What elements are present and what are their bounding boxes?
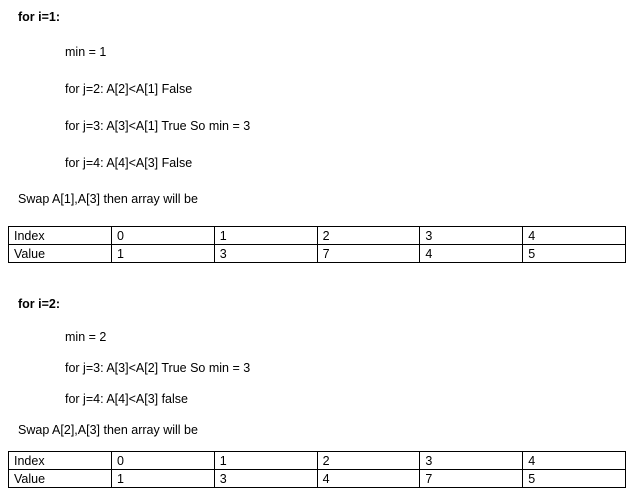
pass2-j3-line: for j=3: A[3]<A[2] True So min = 3 (65, 361, 251, 375)
pass1-j2-line: for j=2: A[2]<A[1] False (65, 82, 193, 96)
index-cell: 3 (419, 226, 524, 245)
table-row-index: Index 0 1 2 3 4 (8, 226, 626, 245)
value-label-cell: Value (8, 469, 112, 488)
pass1-j3-line: for j=3: A[3]<A[1] True So min = 3 (65, 119, 251, 133)
index-cell: 4 (522, 451, 626, 470)
pass2-min-line: min = 2 (65, 330, 107, 344)
pass1-array-table: Index 0 1 2 3 4 Value 1 3 7 4 5 (8, 226, 626, 263)
value-cell: 1 (111, 244, 215, 263)
pass1-j4-line: for j=4: A[4]<A[3] False (65, 156, 193, 170)
value-cell: 5 (522, 244, 626, 263)
value-cell: 4 (316, 469, 421, 488)
table-row-value: Value 1 3 7 4 5 (8, 244, 626, 263)
index-cell: 1 (213, 226, 318, 245)
index-label-cell: Index (8, 451, 112, 470)
pass1-min-line: min = 1 (65, 45, 107, 59)
index-cell: 0 (111, 451, 215, 470)
value-cell: 1 (111, 469, 215, 488)
pass2-swap-line: Swap A[2],A[3] then array will be (18, 423, 198, 437)
index-label-cell: Index (8, 226, 112, 245)
table-row-value: Value 1 3 4 7 5 (8, 469, 626, 488)
pass1-swap-line: Swap A[1],A[3] then array will be (18, 192, 198, 206)
value-cell: 5 (522, 469, 626, 488)
value-cell: 3 (213, 469, 318, 488)
index-cell: 3 (419, 451, 524, 470)
value-cell: 7 (316, 244, 421, 263)
pass2-j4-line: for j=4: A[4]<A[3] false (65, 392, 188, 406)
pass1-heading: for i=1: (18, 10, 61, 24)
index-cell: 4 (522, 226, 626, 245)
index-cell: 2 (316, 226, 421, 245)
index-cell: 2 (316, 451, 421, 470)
value-label-cell: Value (8, 244, 112, 263)
pass2-array-table: Index 0 1 2 3 4 Value 1 3 4 7 5 (8, 451, 626, 488)
value-cell: 3 (213, 244, 318, 263)
index-cell: 0 (111, 226, 215, 245)
index-cell: 1 (213, 451, 318, 470)
value-cell: 4 (419, 244, 524, 263)
value-cell: 7 (419, 469, 524, 488)
pass2-heading: for i=2: (18, 297, 61, 311)
table-row-index: Index 0 1 2 3 4 (8, 451, 626, 470)
